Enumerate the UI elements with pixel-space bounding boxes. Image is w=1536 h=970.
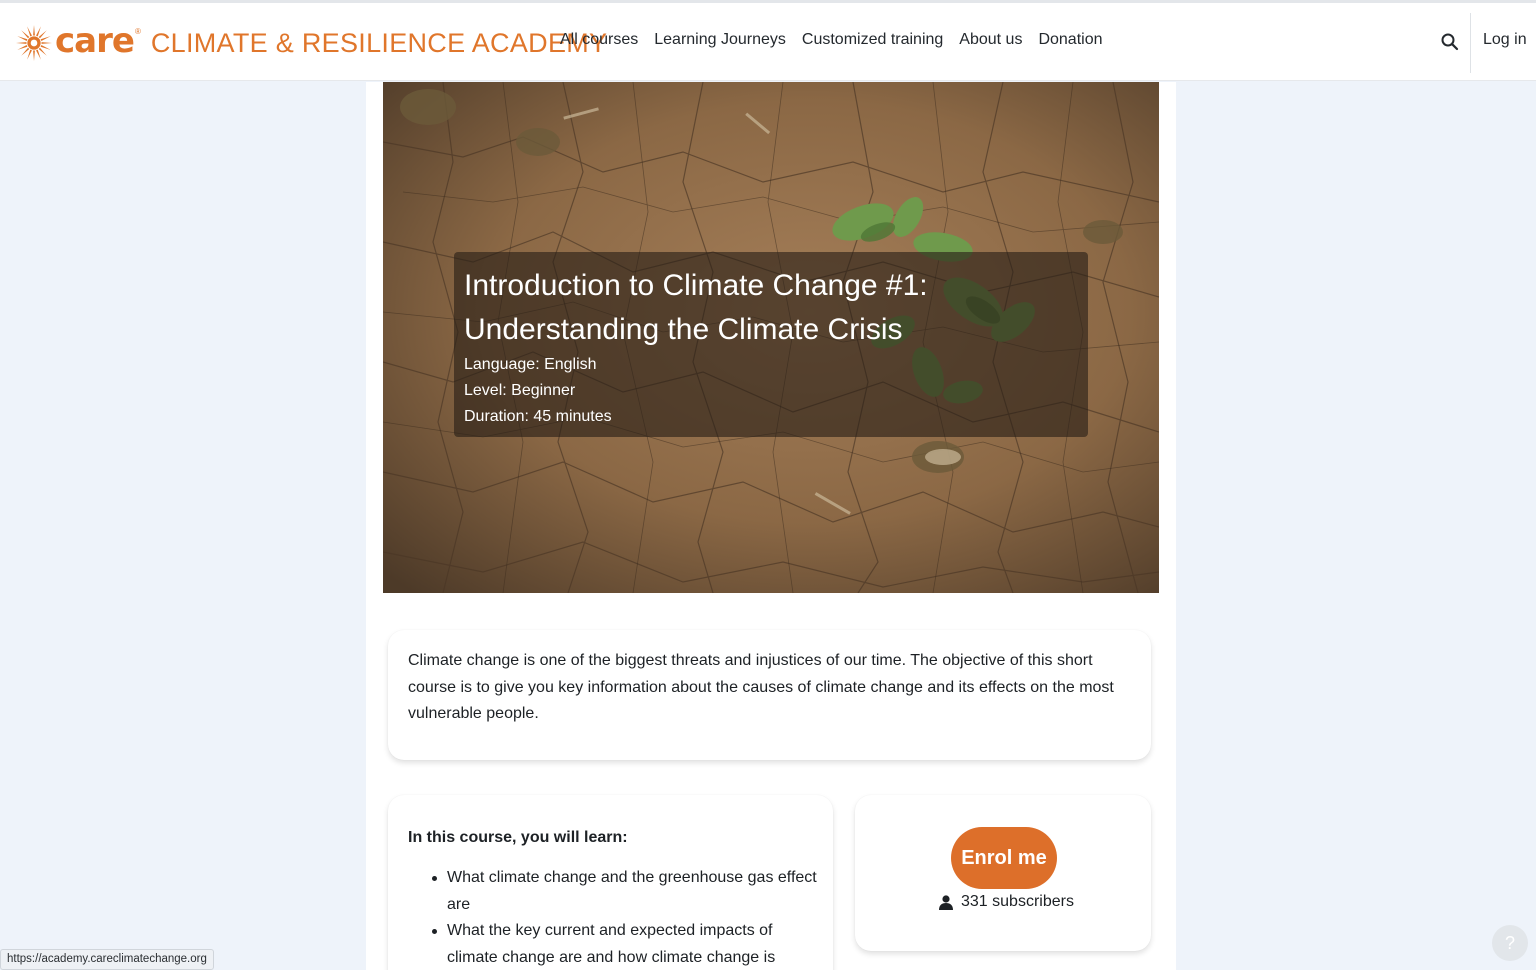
learning-objectives-list: What climate change and the greenhouse g… xyxy=(408,865,817,970)
enrolment-card: Enrol me 331 subscribers xyxy=(855,795,1151,951)
learning-objectives-title: In this course, you will learn: xyxy=(408,829,628,846)
navbar: care ® CLIMATE & RESILIENCE ACADEMY All … xyxy=(0,3,1536,81)
course-info-overlay: Introduction to Climate Change #1: Under… xyxy=(454,252,1088,437)
course-title: Introduction to Climate Change #1: Under… xyxy=(464,269,928,346)
care-sunburst-logo-icon xyxy=(15,24,53,62)
nav-divider xyxy=(1470,13,1471,73)
primary-nav: All courses Learning Journeys Customized… xyxy=(560,31,1119,49)
login-link[interactable]: Log in xyxy=(1483,31,1527,49)
brand-academy-text: CLIMATE & RESILIENCE ACADEMY xyxy=(150,27,608,58)
browser-status-url: https://academy.careclimatechange.org xyxy=(0,949,214,970)
nav-customized-training[interactable]: Customized training xyxy=(802,31,943,49)
course-summary-text: Climate change is one of the biggest thr… xyxy=(408,652,1114,722)
search-icon[interactable] xyxy=(1440,32,1460,52)
list-item: What the key current and expected impact… xyxy=(432,918,827,970)
course-hero-image: Introduction to Climate Change #1: Under… xyxy=(383,82,1159,593)
nav-donation[interactable]: Donation xyxy=(1038,31,1102,49)
enrol-me-button[interactable]: Enrol me xyxy=(951,827,1057,889)
course-level: Level: Beginner xyxy=(464,382,576,399)
subscriber-count: 331 subscribers xyxy=(939,893,1074,911)
brand-registered-mark: ® xyxy=(134,26,141,36)
brand-logo-link[interactable]: care ® CLIMATE & RESILIENCE ACADEMY xyxy=(15,23,607,63)
user-icon xyxy=(939,894,953,910)
help-button[interactable]: ? xyxy=(1492,925,1528,961)
course-duration: Duration: 45 minutes xyxy=(464,408,612,425)
list-item: What climate change and the greenhouse g… xyxy=(432,865,827,918)
nav-all-courses[interactable]: All courses xyxy=(560,31,638,49)
subscriber-count-text: 331 subscribers xyxy=(961,893,1074,910)
nav-learning-journeys[interactable]: Learning Journeys xyxy=(654,31,786,49)
learning-objectives-card: In this course, you will learn: What cli… xyxy=(388,795,833,970)
brand-care-text: care xyxy=(55,21,135,61)
nav-about-us[interactable]: About us xyxy=(959,31,1022,49)
course-language: Language: English xyxy=(464,356,597,373)
course-summary-card: Climate change is one of the biggest thr… xyxy=(388,630,1151,760)
